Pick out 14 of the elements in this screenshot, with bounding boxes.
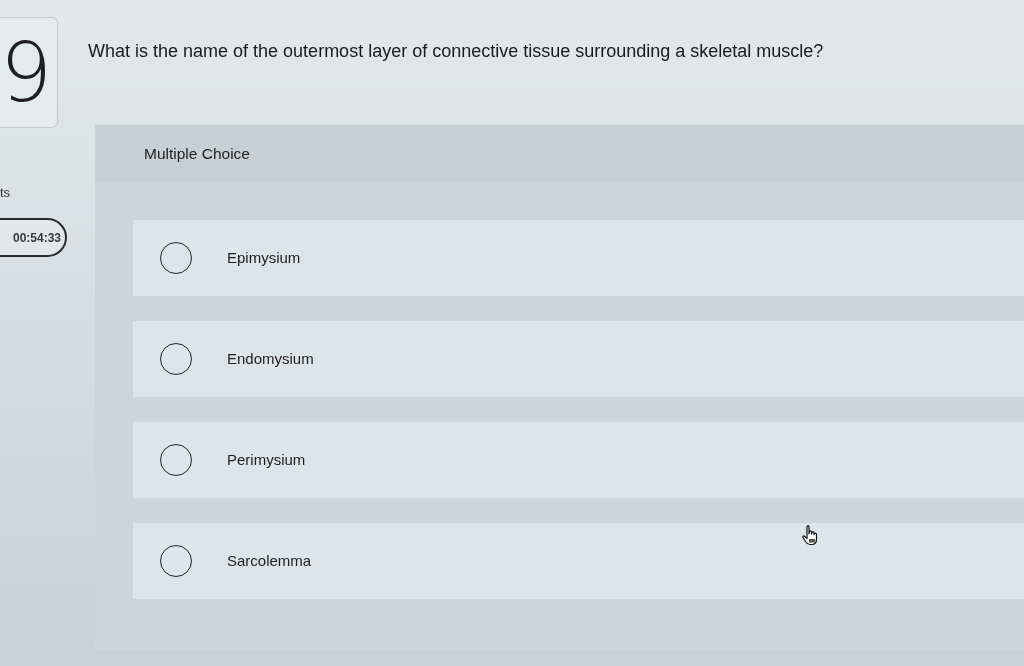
timer-display: 00:54:33 — [0, 218, 67, 257]
answer-option[interactable]: Epimysium — [133, 220, 1024, 296]
question-number: 9 — [0, 17, 58, 128]
option-label: Sarcolemma — [227, 550, 312, 571]
answer-option[interactable]: Endomysium — [133, 321, 1024, 397]
answer-option[interactable]: Sarcolemma — [133, 523, 1024, 599]
answer-option[interactable]: Perimysium — [133, 422, 1024, 498]
option-label: Epimysium — [227, 247, 301, 268]
question-text: What is the name of the outermost layer of connective tissue surrounding a skeletal muscle? — [88, 40, 824, 62]
hand-pointer-icon — [802, 525, 820, 546]
option-label: Perimysium — [227, 449, 306, 470]
sidebar-label: ts — [0, 185, 11, 201]
question-type-label: Multiple Choice — [144, 144, 250, 165]
option-label: Endomysium — [227, 348, 314, 369]
